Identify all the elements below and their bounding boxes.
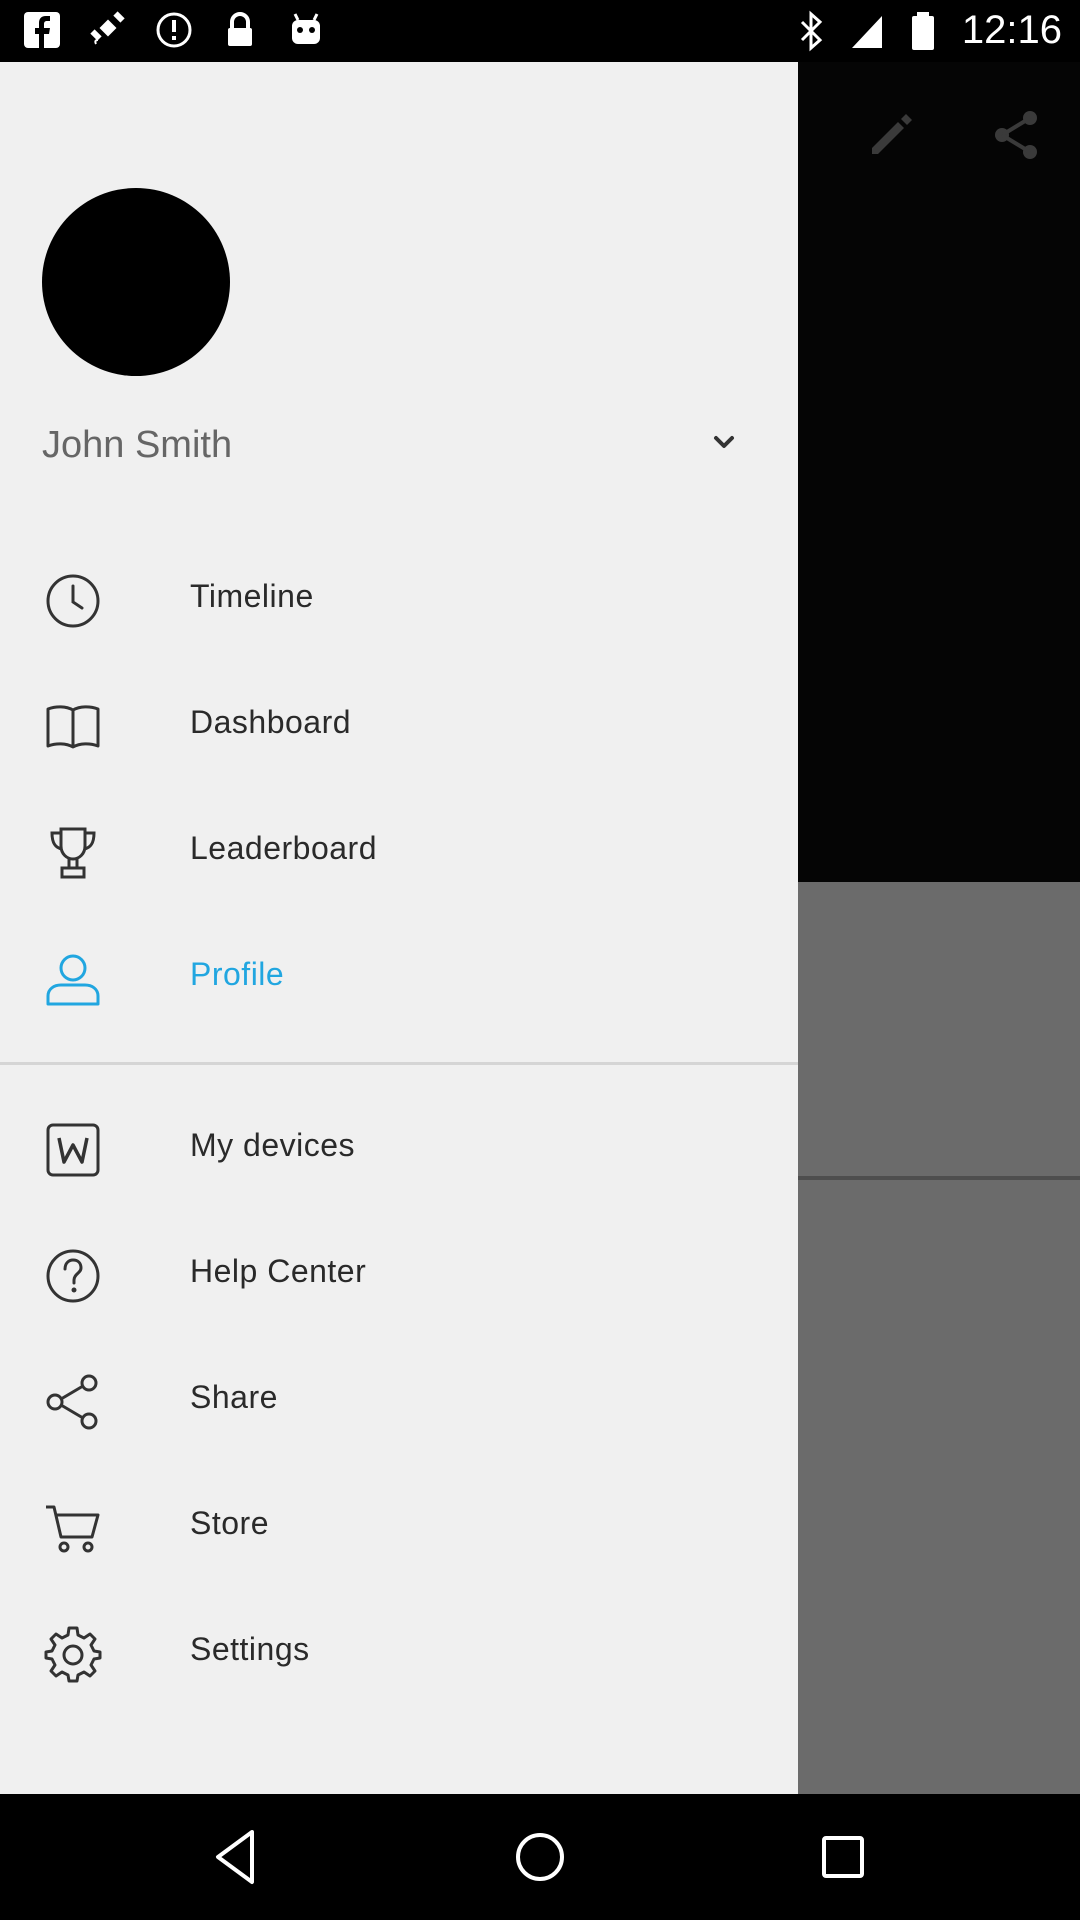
status-bar: 12:16 <box>0 0 1080 62</box>
menu-item-store[interactable]: Store <box>0 1475 798 1575</box>
fake-gps-icon <box>156 12 192 48</box>
menu-item-label: Leaderboard <box>190 830 377 866</box>
help-icon <box>46 1249 100 1303</box>
menu-item-dashboard[interactable]: Dashboard <box>0 674 798 774</box>
menu-item-help-center[interactable]: Help Center <box>0 1223 798 1323</box>
navigation-drawer: John Smith Timeline Dashboard Leaderboar… <box>0 62 798 1794</box>
section-divider <box>0 1062 798 1065</box>
lock-icon <box>228 12 252 46</box>
menu-item-settings[interactable]: Settings <box>0 1601 798 1701</box>
bluetooth-icon <box>800 10 823 51</box>
menu-item-label: Settings <box>190 1631 310 1667</box>
share-icon[interactable] <box>990 108 1044 162</box>
menu-item-label: Dashboard <box>190 704 352 740</box>
gear-icon <box>44 1626 102 1683</box>
menu-item-leaderboard[interactable]: Leaderboard <box>0 800 798 900</box>
menu-item-label: Store <box>190 1505 269 1541</box>
recents-icon[interactable] <box>810 1824 876 1890</box>
facebook-icon <box>24 12 60 48</box>
home-icon[interactable] <box>507 1824 573 1890</box>
system-nav-bar <box>0 1794 1080 1920</box>
user-name[interactable]: John Smith <box>42 424 232 467</box>
menu-item-label: Share <box>190 1379 278 1415</box>
share-icon <box>46 1374 98 1430</box>
battery-icon <box>911 11 934 50</box>
android-icon <box>292 13 320 44</box>
satellite-icon <box>90 11 125 45</box>
menu-item-timeline[interactable]: Timeline <box>0 548 798 648</box>
menu-item-my-devices[interactable]: My devices <box>0 1097 798 1197</box>
menu-item-share[interactable]: Share <box>0 1349 798 1449</box>
menu-item-label: My devices <box>190 1127 356 1163</box>
status-right-icons: 12:16 <box>794 8 1062 53</box>
menu-item-label: Help Center <box>190 1253 367 1289</box>
book-icon <box>46 705 100 749</box>
menu-item-label: Profile <box>190 956 285 992</box>
avatar[interactable] <box>42 188 230 376</box>
status-clock: 12:16 <box>961 8 1062 52</box>
menu-item-profile[interactable]: Profile <box>0 926 798 1026</box>
back-icon[interactable] <box>204 1824 270 1890</box>
edit-icon[interactable] <box>864 108 918 162</box>
device-w-icon <box>46 1123 100 1177</box>
status-left-icons <box>22 10 326 50</box>
clock-icon <box>46 574 100 628</box>
person-icon <box>46 954 100 1006</box>
signal-icon <box>851 15 882 48</box>
menu-item-label: Timeline <box>190 578 314 614</box>
cart-icon <box>46 1505 100 1553</box>
chevron-down-icon[interactable] <box>708 427 740 459</box>
trophy-icon <box>50 827 96 879</box>
background-divider <box>798 1176 1080 1180</box>
